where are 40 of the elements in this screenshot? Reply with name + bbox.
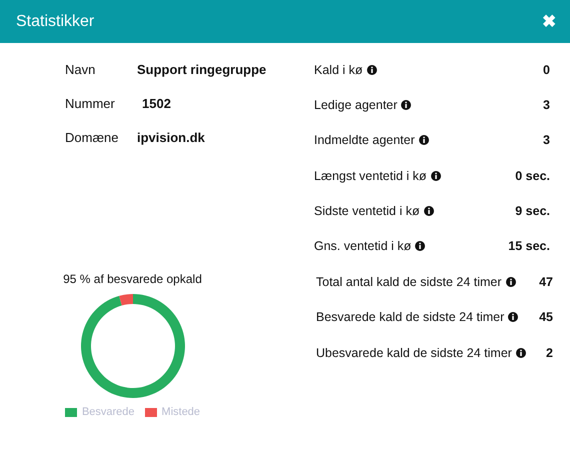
stat-label: Besvarede kald de sidste 24 timer (316, 310, 504, 324)
legend-swatch (144, 408, 157, 416)
stat-label: Sidste ventetid i kø (314, 204, 420, 218)
info-icon[interactable] (506, 276, 516, 287)
info-icon[interactable] (418, 135, 429, 146)
stat-label: Gns. ventetid i kø (314, 239, 412, 254)
field-label: Nummer (65, 96, 116, 111)
stat-label: Ubesvarede kald de sidste 24 timer (316, 346, 512, 360)
window-title: Statistikker (16, 12, 94, 30)
stat-label: Indmeldte agenter (314, 133, 415, 148)
info-icon[interactable] (424, 206, 434, 216)
stat-value: 3 (543, 133, 550, 148)
stat-value: 9 sec. (515, 204, 550, 218)
stat-value: 3 (543, 98, 550, 112)
stat-value: 2 (546, 346, 553, 360)
info-icon[interactable] (366, 64, 377, 75)
legend-label: Mistede (162, 406, 200, 418)
stat-value: 0 (543, 62, 550, 77)
legend-swatch (64, 408, 77, 416)
field-label: Navn (65, 62, 96, 77)
stat-value: 0 sec. (515, 168, 550, 183)
info-icon[interactable] (401, 100, 412, 110)
stat-label: Længst ventetid i kø (314, 168, 427, 183)
info-icon[interactable] (430, 170, 441, 181)
info-icon[interactable] (415, 241, 426, 252)
field-label: Domæne (65, 130, 120, 145)
field-value: 1502 (141, 96, 172, 111)
close-button[interactable]: ✖ (542, 11, 556, 32)
stat-value: 15 sec. (508, 239, 550, 254)
info-icon[interactable] (508, 312, 518, 322)
chart-title: 95 % af besvarede opkald (63, 272, 202, 286)
stat-label: Total antal kald de sidste 24 timer (316, 274, 502, 289)
stat-label: Kald i kø (314, 62, 363, 77)
stat-value: 47 (539, 274, 553, 289)
legend-label: Besvarede (82, 406, 135, 418)
stat-label: Ledige agenter (314, 98, 398, 112)
field-value: ipvision.dk (137, 130, 206, 145)
field-value: Support ringegruppe (137, 62, 266, 77)
info-icon[interactable] (516, 348, 526, 358)
stat-value: 45 (539, 310, 553, 324)
